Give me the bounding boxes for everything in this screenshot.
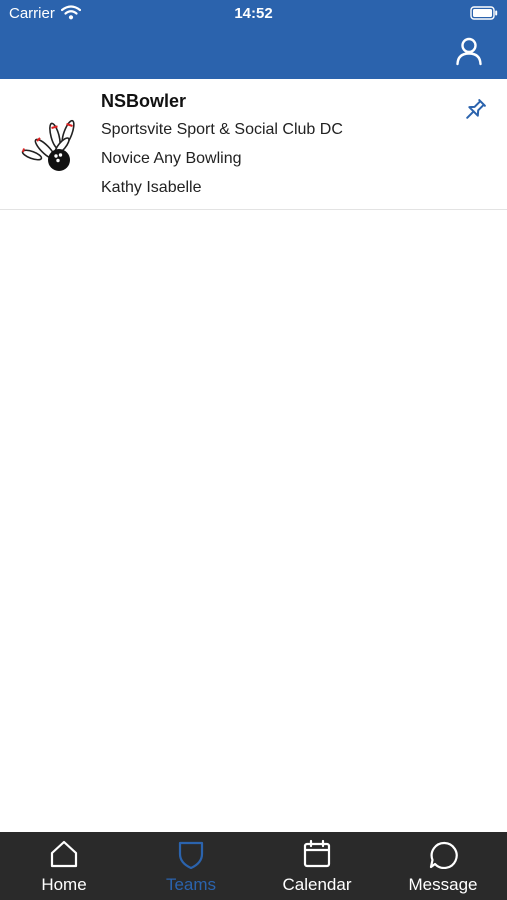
pin-button[interactable] — [461, 96, 489, 124]
battery-icon — [470, 6, 498, 20]
profile-button[interactable] — [454, 36, 484, 66]
tab-home[interactable]: Home — [1, 832, 127, 900]
user-icon — [456, 37, 482, 66]
team-name: NSBowler — [101, 91, 187, 111]
tab-home-label: Home — [41, 875, 87, 894]
app-header: Carrier 14:52 — [0, 0, 507, 79]
team-member-name: Kathy Isabelle — [101, 179, 202, 196]
tab-calendar[interactable]: Calendar — [254, 832, 380, 900]
home-icon — [50, 840, 78, 868]
pin-icon — [466, 99, 486, 119]
team-club: Sportsvite Sport & Social Club DC — [101, 121, 343, 138]
calendar-icon — [303, 839, 331, 868]
tab-teams-label: Teams — [165, 875, 217, 894]
shield-icon — [178, 841, 204, 869]
tab-calendar-label: Calendar — [282, 875, 352, 894]
tab-message-label: Message — [408, 875, 478, 894]
status-time: 14:52 — [234, 5, 273, 22]
bottom-tab-bar: Home Teams Calendar Message — [0, 832, 507, 900]
status-bar: Carrier 14:52 — [0, 0, 507, 28]
bowling-pins-icon — [21, 119, 75, 171]
team-league: Novice Any Bowling — [101, 150, 242, 167]
tab-message[interactable]: Message — [380, 832, 506, 900]
chat-bubble-icon — [429, 841, 458, 869]
tab-teams[interactable]: Teams — [128, 832, 254, 900]
team-list-item[interactable]: NSBowler Sportsvite Sport & Social Club … — [0, 79, 507, 210]
